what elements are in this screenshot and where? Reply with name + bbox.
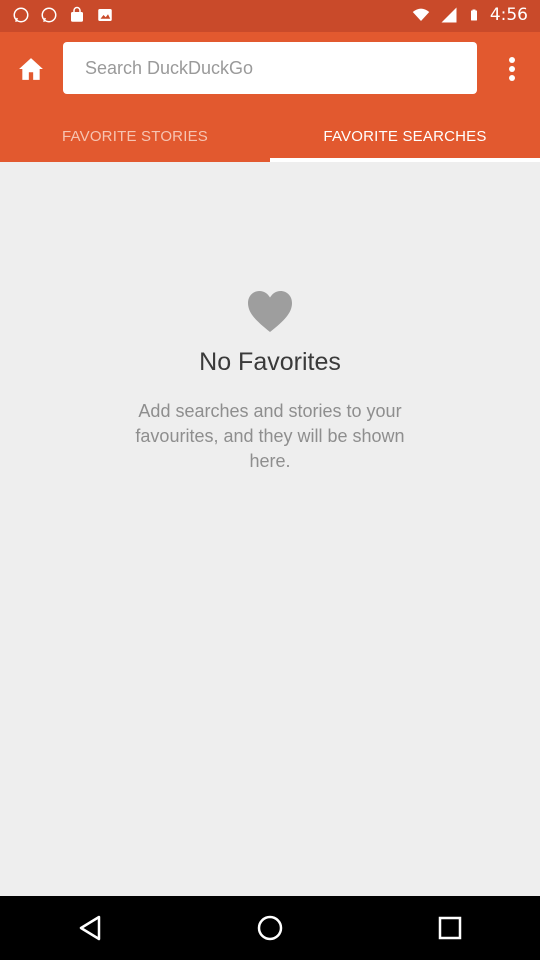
photo-icon — [98, 9, 112, 21]
search-box[interactable] — [63, 42, 477, 94]
overflow-menu-button[interactable] — [496, 48, 528, 90]
overflow-menu-icon — [509, 57, 515, 81]
tab-favorite-stories[interactable]: FAVORITE STORIES — [0, 110, 270, 162]
whatsapp-icon — [13, 7, 29, 23]
wifi-icon — [412, 8, 430, 21]
recents-icon — [438, 916, 462, 940]
home-icon — [19, 58, 43, 80]
empty-state: No Favorites Add searches and stories to… — [0, 290, 540, 474]
home-circle-icon — [257, 915, 283, 941]
status-time: 4:56 — [489, 5, 528, 25]
empty-title: No Favorites — [199, 348, 341, 376]
search-input[interactable] — [83, 56, 457, 80]
empty-description: Add searches and stories to your favouri… — [135, 401, 405, 471]
status-bar: 4:56 — [0, 0, 540, 32]
heart-icon — [248, 291, 292, 332]
tab-favorite-searches[interactable]: FAVORITE SEARCHES — [270, 110, 540, 162]
system-status: 4:56 — [412, 5, 528, 25]
tab-label: FAVORITE SEARCHES — [323, 127, 487, 145]
recents-button[interactable] — [420, 898, 480, 958]
back-icon — [79, 915, 101, 941]
system-nav-bar — [0, 896, 540, 960]
favorites-tabs: FAVORITE STORIES FAVORITE SEARCHES — [0, 110, 540, 162]
app-bar: FAVORITE STORIES FAVORITE SEARCHES — [0, 32, 540, 162]
notification-icons — [12, 6, 114, 24]
signal-icon — [441, 7, 457, 23]
back-button[interactable] — [60, 898, 120, 958]
shopping-bag-icon — [71, 6, 83, 22]
whatsapp-icon — [41, 7, 57, 23]
battery-icon — [470, 9, 477, 21]
home-button[interactable] — [10, 48, 52, 90]
home-nav-button[interactable] — [240, 898, 300, 958]
tab-label: FAVORITE STORIES — [61, 127, 208, 145]
